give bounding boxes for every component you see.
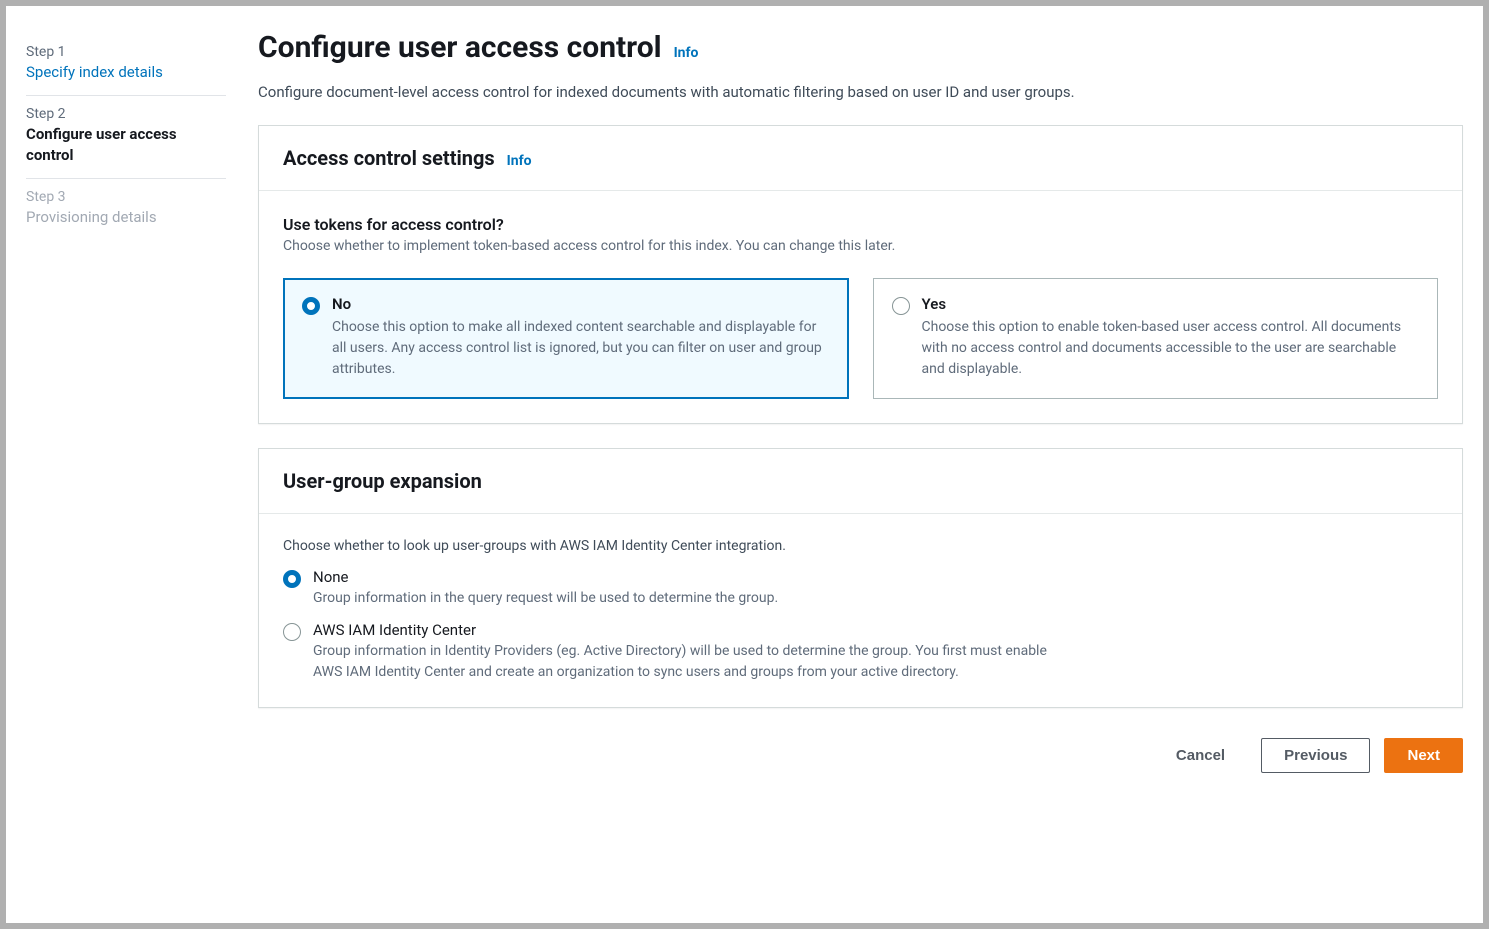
user-group-question-sub: Choose whether to look up user-groups wi… [283, 538, 1438, 554]
access-control-info-link[interactable]: Info [507, 153, 532, 169]
wizard-step-1-title: Specify index details [26, 62, 226, 83]
user-group-option-iam[interactable]: AWS IAM Identity Center Group informatio… [283, 621, 1438, 683]
access-control-panel-body: Use tokens for access control? Choose wh… [259, 191, 1462, 423]
wizard-step-1-label: Step 1 [26, 44, 226, 60]
token-option-yes-radio[interactable] [892, 297, 910, 315]
wizard-step-1[interactable]: Step 1 Specify index details [26, 34, 226, 96]
page-info-link[interactable]: Info [674, 45, 699, 61]
access-control-panel: Access control settings Info Use tokens … [258, 125, 1463, 424]
token-option-tiles: No Choose this option to make all indexe… [283, 278, 1438, 399]
user-group-panel-body: Choose whether to look up user-groups wi… [259, 514, 1462, 707]
token-option-no-radio[interactable] [302, 297, 320, 315]
wizard-steps-nav: Step 1 Specify index details Step 2 Conf… [26, 30, 226, 899]
wizard-step-3-title: Provisioning details [26, 207, 226, 228]
user-group-option-iam-desc: Group information in Identity Providers … [313, 641, 1073, 683]
user-group-panel: User-group expansion Choose whether to l… [258, 448, 1463, 708]
user-group-panel-title: User-group expansion [283, 469, 482, 493]
wizard-step-2: Step 2 Configure user access control [26, 96, 226, 179]
token-option-no[interactable]: No Choose this option to make all indexe… [283, 278, 849, 399]
page-description: Configure document-level access control … [258, 83, 1463, 101]
token-option-no-desc: Choose this option to make all indexed c… [332, 317, 830, 380]
token-question-title: Use tokens for access control? [283, 215, 1438, 234]
token-option-yes[interactable]: Yes Choose this option to enable token-b… [873, 278, 1439, 399]
wizard-step-3: Step 3 Provisioning details [26, 179, 226, 240]
previous-button[interactable]: Previous [1261, 738, 1370, 773]
token-option-no-label: No [332, 295, 830, 313]
wizard-frame: Step 1 Specify index details Step 2 Conf… [0, 0, 1489, 929]
wizard-step-2-label: Step 2 [26, 106, 226, 122]
user-group-option-iam-label: AWS IAM Identity Center [313, 621, 1073, 639]
token-option-yes-label: Yes [922, 295, 1420, 313]
access-control-panel-header: Access control settings Info [259, 126, 1462, 191]
user-group-option-none-label: None [313, 568, 778, 586]
user-group-radio-list: None Group information in the query requ… [283, 568, 1438, 683]
token-question-sub: Choose whether to implement token-based … [283, 238, 1438, 254]
user-group-option-none-desc: Group information in the query request w… [313, 588, 778, 609]
wizard-footer: Cancel Previous Next [258, 738, 1463, 773]
user-group-option-iam-radio[interactable] [283, 623, 301, 641]
user-group-option-none-radio[interactable] [283, 570, 301, 588]
wizard-step-2-title: Configure user access control [26, 124, 226, 166]
next-button[interactable]: Next [1384, 738, 1463, 773]
wizard-step-3-label: Step 3 [26, 189, 226, 205]
user-group-option-none[interactable]: None Group information in the query requ… [283, 568, 1438, 609]
access-control-panel-title: Access control settings [283, 146, 495, 170]
user-group-panel-header: User-group expansion [259, 449, 1462, 514]
cancel-button[interactable]: Cancel [1154, 739, 1247, 772]
page-header: Configure user access control Info [258, 30, 1463, 65]
page-title: Configure user access control [258, 30, 662, 65]
main-content: Configure user access control Info Confi… [258, 30, 1463, 899]
token-option-yes-desc: Choose this option to enable token-based… [922, 317, 1420, 380]
